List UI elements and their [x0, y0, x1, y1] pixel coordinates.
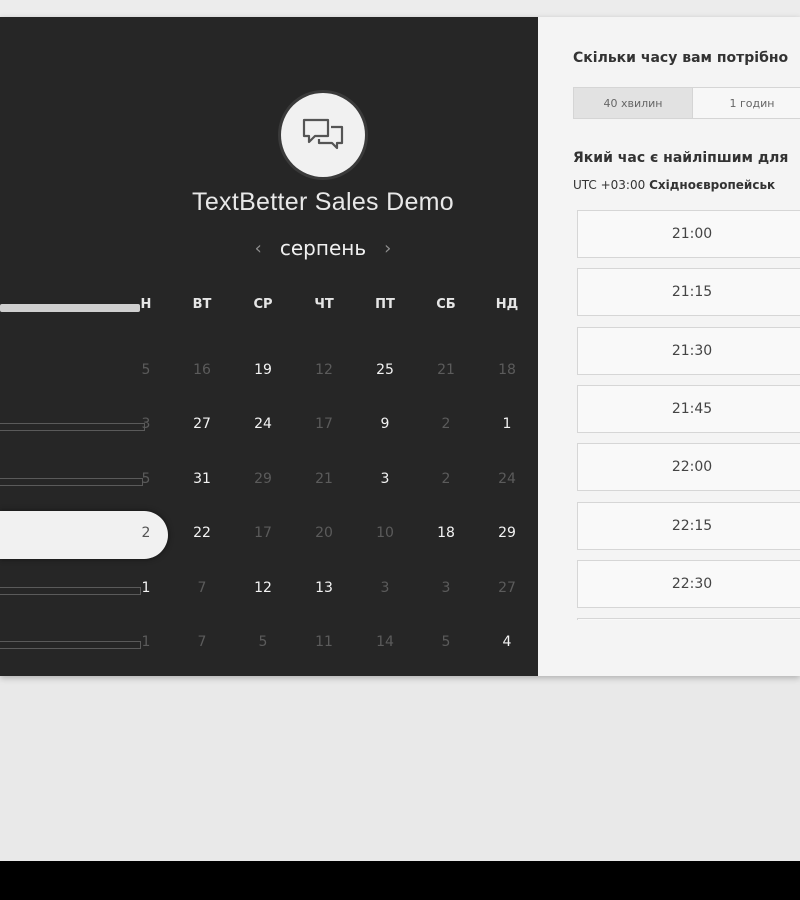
weekday-label: НД — [495, 297, 519, 312]
week-bar — [0, 478, 143, 486]
calendar-day: 5 — [141, 471, 151, 487]
week-bar — [0, 423, 145, 431]
chevron-left-icon[interactable]: ‹ — [255, 238, 262, 259]
calendar-day[interactable]: 3 — [365, 471, 405, 487]
calendar-day: 29 — [254, 471, 272, 487]
timezone-offset: UTC +03:00 — [573, 178, 646, 192]
calendar-day[interactable]: 29 — [487, 525, 527, 541]
calendar-day[interactable]: 12 — [243, 580, 283, 596]
calendar-week-row: 2 22 17 20 10 18 29 — [0, 511, 538, 559]
calendar-day: 17 — [254, 525, 272, 541]
week-bar — [0, 587, 141, 595]
month-navigator: ‹ серпень › — [240, 233, 406, 263]
calendar-week-row: 5 16 19 12 25 21 18 — [0, 352, 538, 392]
calendar-day: 21 — [437, 362, 455, 378]
calendar-day: 24 — [498, 471, 516, 487]
calendar-day: 18 — [498, 362, 516, 378]
calendar-day: 5 — [441, 634, 451, 650]
tab-duration-2[interactable]: 1 годин — [693, 88, 800, 118]
chevron-right-icon[interactable]: › — [384, 238, 391, 259]
week-bar — [0, 641, 141, 649]
calendar-day: 5 — [141, 362, 151, 378]
weekday-label: Н — [140, 297, 152, 312]
calendar-day: 20 — [315, 525, 333, 541]
calendar-day: 14 — [376, 634, 394, 650]
timeslot-list: 21:00 21:15 21:30 21:45 22:00 22:15 22:30 — [577, 210, 800, 620]
calendar-day[interactable]: 18 — [426, 525, 466, 541]
time-question: Який час є найліпшим для — [573, 150, 789, 166]
calendar-day: 2 — [441, 471, 451, 487]
calendar-day: 2 — [441, 416, 451, 432]
timeslot-button[interactable]: 22:15 — [577, 501, 800, 550]
calendar-panel: TextBetter Sales Demo ‹ серпень › Н ВТ СР Ч… — [0, 17, 538, 676]
calendar-day[interactable]: 22 — [182, 525, 222, 541]
weekday-label: СБ — [436, 297, 456, 312]
calendar-day: 2 — [141, 525, 151, 541]
timezone-name: Східноєвропейськ — [649, 178, 776, 192]
calendar-day[interactable]: 24 — [243, 416, 283, 432]
calendar-day[interactable]: 1 — [126, 580, 166, 596]
event-title: TextBetter Sales Demo — [192, 188, 454, 216]
calendar-day[interactable]: 31 — [182, 471, 222, 487]
calendar-week-row: 5 31 29 21 3 2 24 — [0, 461, 538, 501]
calendar-day: 21 — [315, 471, 333, 487]
tab-duration-1[interactable]: 40 хвилин — [574, 88, 693, 118]
calendar-day[interactable]: 25 — [365, 362, 405, 378]
weekday-label: ЧТ — [314, 297, 334, 312]
calendar-day: 1 — [141, 634, 151, 650]
duration-question: Скільки часу вам потрібно — [573, 50, 789, 66]
bottom-black-bar — [0, 861, 800, 900]
calendar-day[interactable]: 4 — [487, 634, 527, 650]
calendar-day: 3 — [380, 580, 390, 596]
calendar-day: 3 — [141, 416, 151, 432]
calendar-grid: 5 16 19 12 25 21 18 3 27 24 17 9 2 1 5 31 29 21 3 2 24 2 22 17 2… — [0, 352, 538, 662]
calendar-day: 16 — [193, 362, 211, 378]
weekday-label: ПТ — [375, 297, 395, 312]
event-avatar — [281, 93, 365, 177]
calendar-day[interactable]: 27 — [182, 416, 222, 432]
timeslot-button[interactable]: 21:00 — [577, 210, 800, 258]
timeslot-button[interactable]: 22:00 — [577, 443, 800, 492]
calendar-day: 17 — [315, 416, 333, 432]
timeslot-button[interactable]: 21:15 — [577, 268, 800, 317]
calendar-week-row: 3 27 24 17 9 2 1 — [0, 406, 538, 446]
duration-tabs: 40 хвилин 1 годин — [573, 87, 800, 119]
calendar-day: 11 — [315, 634, 333, 650]
month-label: серпень — [279, 236, 367, 260]
calendar-week-row: 1 7 12 13 3 3 27 — [0, 570, 538, 610]
calendar-day: 12 — [315, 362, 333, 378]
chat-bubbles-icon — [302, 118, 344, 150]
calendar-day: 7 — [197, 580, 207, 596]
calendar-day[interactable]: 1 — [487, 416, 527, 432]
calendar-day: 3 — [441, 580, 451, 596]
weekday-label: ВТ — [192, 297, 212, 312]
timeslot-button[interactable]: 22:30 — [577, 559, 800, 608]
calendar-week-row: 1 7 5 11 14 5 4 — [0, 624, 538, 664]
weekday-label: СР — [253, 297, 273, 312]
top-bar — [0, 0, 800, 17]
calendar-day[interactable]: 19 — [243, 362, 283, 378]
weekday-bar — [0, 304, 140, 312]
calendar-day: 10 — [376, 525, 394, 541]
calendar-day: 27 — [498, 580, 516, 596]
timeslot-button[interactable]: 21:30 — [577, 326, 800, 375]
calendar-day: 7 — [197, 634, 207, 650]
calendar-day[interactable]: 9 — [365, 416, 405, 432]
calendar-day: 5 — [258, 634, 268, 650]
timeslot-button[interactable]: 21:45 — [577, 384, 800, 433]
calendar-day[interactable]: 13 — [304, 580, 344, 596]
timezone-label[interactable]: UTC +03:00 Східноєвропейськ — [573, 178, 775, 192]
weekday-header: Н ВТ СР ЧТ ПТ СБ НД — [0, 297, 538, 317]
timeslot-button[interactable] — [577, 618, 800, 620]
